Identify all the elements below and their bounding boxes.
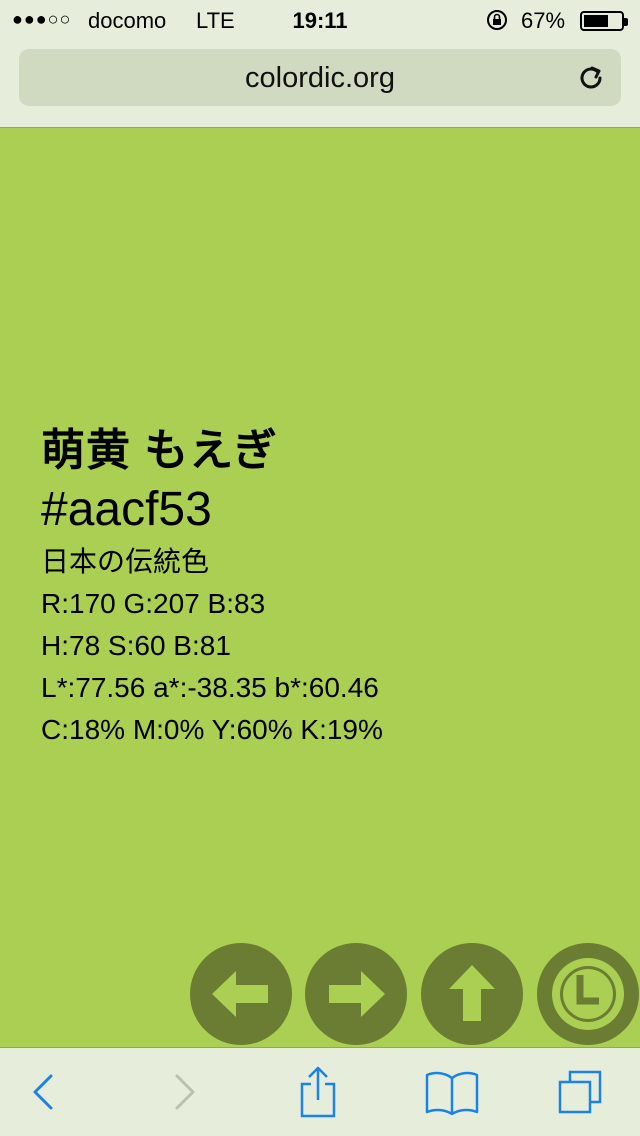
arrow-up-icon bbox=[449, 965, 495, 1021]
address-bar[interactable]: colordic.org bbox=[19, 49, 621, 106]
orientation-lock-icon bbox=[487, 10, 507, 30]
share-icon[interactable] bbox=[294, 1064, 342, 1120]
browser-top-chrome: ●●●○○ docomo LTE 19:11 67% colordic.org bbox=[0, 0, 640, 128]
back-icon[interactable] bbox=[20, 1068, 68, 1116]
battery-percent: 67% bbox=[521, 8, 566, 33]
reload-icon[interactable] bbox=[575, 62, 607, 94]
arrow-left-icon bbox=[212, 971, 268, 1017]
next-color-button[interactable] bbox=[305, 943, 407, 1045]
arrow-right-icon bbox=[329, 971, 385, 1017]
url-text[interactable]: colordic.org bbox=[19, 62, 621, 95]
clock-icon bbox=[552, 958, 624, 1030]
color-hsb: H:78 S:60 B:81 bbox=[41, 630, 231, 661]
status-bar: ●●●○○ docomo LTE 19:11 67% bbox=[0, 0, 640, 40]
color-category: 日本の伝統色 bbox=[41, 546, 210, 577]
color-page: 萌黄 もえぎ #aacf53 日本の伝統色 R:170 G:207 B:83 H… bbox=[0, 129, 640, 1047]
forward-icon[interactable] bbox=[160, 1068, 208, 1116]
color-lab: L*:77.56 a*:-38.35 b*:60.46 bbox=[41, 672, 379, 703]
color-hex: #aacf53 bbox=[41, 483, 212, 536]
color-info: 萌黄 もえぎ #aacf53 日本の伝統色 R:170 G:207 B:83 H… bbox=[41, 423, 383, 751]
scroll-top-button[interactable] bbox=[421, 943, 523, 1045]
history-button[interactable] bbox=[537, 943, 639, 1045]
battery-icon bbox=[580, 11, 628, 31]
color-cmyk: C:18% M:0% Y:60% K:19% bbox=[41, 714, 383, 745]
browser-toolbar bbox=[0, 1047, 640, 1136]
color-rgb: R:170 G:207 B:83 bbox=[41, 588, 266, 619]
tabs-icon[interactable] bbox=[556, 1068, 604, 1116]
battery-fill bbox=[584, 15, 608, 27]
bookmarks-icon[interactable] bbox=[424, 1068, 480, 1116]
color-name: 萌黄 もえぎ bbox=[41, 426, 278, 475]
previous-color-button[interactable] bbox=[190, 943, 292, 1045]
safari-window: ●●●○○ docomo LTE 19:11 67% colordic.org bbox=[0, 0, 640, 1136]
